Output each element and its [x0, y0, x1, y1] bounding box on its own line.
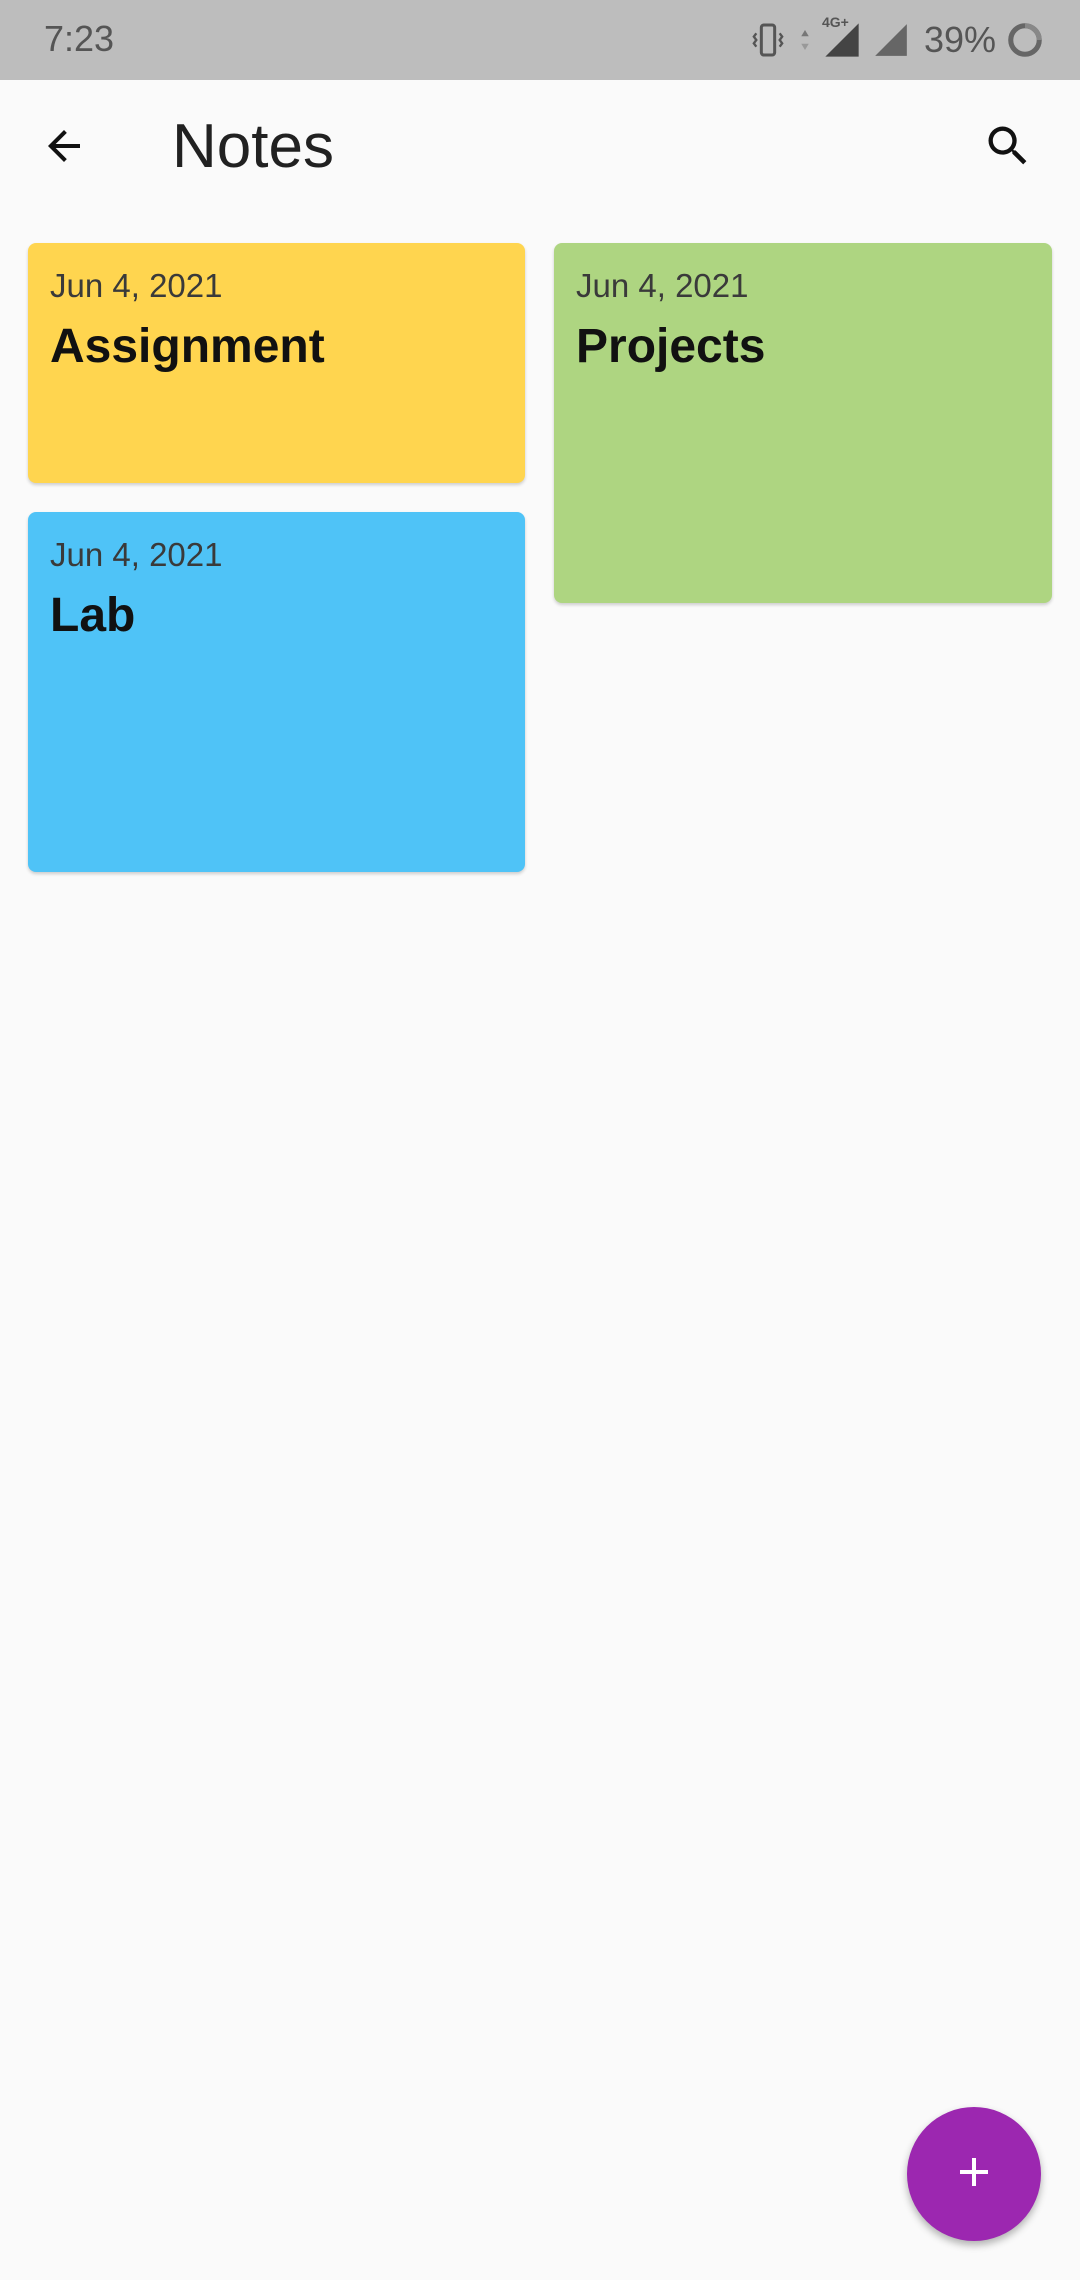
note-date: Jun 4, 2021	[50, 267, 223, 304]
note-title: Projects	[576, 320, 766, 373]
note-card[interactable]: Jun 4, 2021 Lab	[28, 512, 525, 872]
note-date: Jun 4, 2021	[576, 267, 749, 304]
note-card[interactable]: Jun 4, 2021 Assignment	[28, 243, 525, 483]
signal-icon: 4G+	[822, 14, 862, 60]
note-title: Assignment	[50, 320, 325, 373]
signal-icon	[872, 21, 910, 59]
back-button[interactable]	[32, 116, 96, 180]
app-bar: Notes	[0, 80, 1080, 216]
status-time: 7:23	[44, 18, 115, 59]
note-card[interactable]: Jun 4, 2021 Projects	[554, 243, 1052, 603]
arrow-back-icon	[40, 122, 88, 175]
search-icon	[982, 120, 1034, 177]
vibrate-icon	[748, 20, 788, 60]
network-type-label: 4G+	[821, 14, 849, 30]
battery-icon	[1006, 21, 1044, 59]
note-title: Lab	[50, 589, 136, 642]
page-title: Notes	[172, 112, 334, 181]
status-icons: 4G+ 39%	[748, 14, 1044, 66]
add-note-button[interactable]	[907, 2107, 1041, 2241]
note-date: Jun 4, 2021	[50, 536, 223, 573]
data-arrows-icon	[798, 25, 812, 55]
battery-percent: 39%	[923, 19, 996, 60]
search-button[interactable]	[976, 116, 1040, 180]
add-icon	[950, 2148, 998, 2201]
status-bar: 7:23 4G+ 39%	[0, 0, 1080, 80]
